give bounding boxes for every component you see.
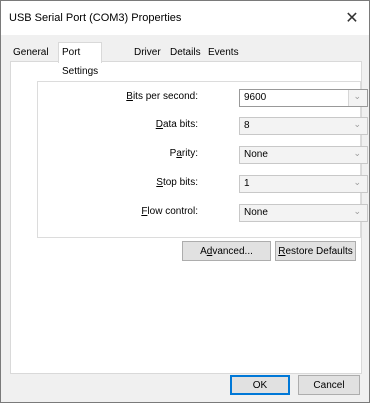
chevron-down-icon: ⌄ <box>353 91 361 101</box>
data-bits-value: 8 <box>244 120 250 131</box>
tab-driver[interactable]: Driver <box>131 44 164 61</box>
settings-group: Bits per second: 9600 ⌄ Data bits: 8 ⌄ P… <box>37 81 368 238</box>
port-settings-panel: Bits per second: 9600 ⌄ Data bits: 8 ⌄ P… <box>10 61 368 374</box>
tab-general[interactable]: General <box>10 44 52 61</box>
chevron-down-icon: ⌄ <box>353 206 361 216</box>
tab-port-settings[interactable]: Port Settings <box>58 42 103 77</box>
advanced-button[interactable]: Advanced... <box>182 241 271 261</box>
bits-per-second-label: Bits per second: <box>126 91 198 102</box>
stop-bits-value: 1 <box>244 178 250 189</box>
window-title: USB Serial Port (COM3) Properties <box>9 12 182 24</box>
parity-label: Parity: <box>169 148 198 159</box>
stop-bits-label: Stop bits: <box>156 177 198 188</box>
parity-value: None <box>244 149 268 160</box>
tab-details[interactable]: Details <box>167 44 204 61</box>
stop-bits-select[interactable]: 1 ⌄ <box>239 175 368 193</box>
data-bits-select[interactable]: 8 ⌄ <box>239 117 368 135</box>
flow-control-value: None <box>244 207 268 218</box>
cancel-button[interactable]: Cancel <box>298 375 360 395</box>
properties-dialog: USB Serial Port (COM3) Properties ✕ Gene… <box>0 0 370 403</box>
parity-select[interactable]: None ⌄ <box>239 146 368 164</box>
ok-button[interactable]: OK <box>230 375 290 395</box>
chevron-down-icon: ⌄ <box>353 119 361 129</box>
restore-defaults-button[interactable]: Restore Defaults <box>275 241 356 261</box>
title-bar: USB Serial Port (COM3) Properties ✕ <box>1 1 369 35</box>
chevron-down-icon: ⌄ <box>353 148 361 158</box>
data-bits-label: Data bits: <box>155 119 198 130</box>
close-icon[interactable]: ✕ <box>335 1 369 35</box>
flow-control-label: Flow control: <box>141 206 198 217</box>
chevron-down-icon: ⌄ <box>353 177 361 187</box>
tab-events[interactable]: Events <box>205 44 242 61</box>
bits-per-second-value: 9600 <box>244 92 267 103</box>
bits-per-second-combobox[interactable]: 9600 ⌄ <box>239 89 368 107</box>
flow-control-select[interactable]: None ⌄ <box>239 204 368 222</box>
